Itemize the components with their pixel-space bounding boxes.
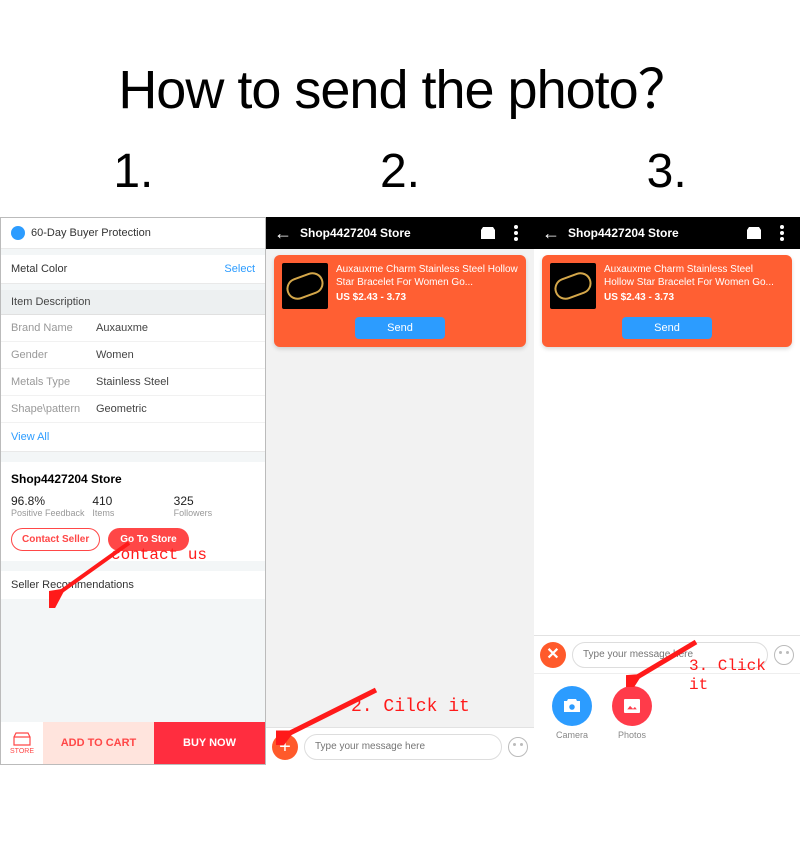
question-mark: ？ — [638, 60, 682, 120]
chat-appbar: ← Shop4427204 Store — [534, 217, 800, 249]
send-product-button[interactable]: Send — [355, 317, 445, 339]
step-1: 1. — [0, 144, 267, 199]
metal-color-row[interactable]: Metal Color Select — [1, 255, 265, 284]
step-numbers: 1. 2. 3. — [0, 144, 800, 199]
buyer-protection-row[interactable]: 60-Day Buyer Protection — [1, 218, 265, 249]
spec-row: Shape\patternGeometric — [1, 396, 265, 423]
page-title: How to send the photo？ — [0, 45, 800, 124]
store-name[interactable]: Shop4427204 Store — [11, 472, 255, 486]
photos-option[interactable]: Photos — [612, 686, 652, 740]
chat-screen-step3: ← Shop4427204 Store Auxauxme Charm Stain… — [534, 217, 800, 765]
storefront-icon[interactable] — [744, 223, 764, 243]
photos-icon — [612, 686, 652, 726]
more-icon[interactable] — [772, 223, 792, 243]
product-price: US $2.43 - 3.73 — [604, 291, 784, 304]
product-thumbnail[interactable] — [282, 263, 328, 309]
annotation-click-photos: 3. Click it — [689, 657, 789, 695]
emoji-icon[interactable] — [508, 737, 528, 757]
chat-input-bar: + — [266, 727, 534, 765]
add-to-cart-button[interactable]: ADD TO CART — [43, 722, 154, 764]
store-tab[interactable]: STORE — [1, 722, 43, 764]
store-icon — [13, 732, 31, 746]
chat-title: Shop4427204 Store — [568, 226, 736, 240]
more-icon[interactable] — [506, 223, 526, 243]
chat-appbar: ← Shop4427204 Store — [266, 217, 534, 249]
step-2: 2. — [267, 144, 534, 199]
item-description-header: Item Description — [1, 290, 265, 315]
close-attach-button[interactable]: ✕ — [540, 642, 566, 668]
back-icon[interactable]: ← — [274, 223, 292, 244]
step-3: 3. — [533, 144, 800, 199]
title-text: How to send the photo — [118, 60, 637, 120]
chat-screen-step2: ← Shop4427204 Store Auxauxme Charm Stain… — [266, 217, 534, 765]
shield-icon — [11, 226, 25, 240]
message-input[interactable] — [304, 734, 502, 760]
contact-seller-button[interactable]: Contact Seller — [11, 528, 100, 551]
buy-now-button[interactable]: BUY NOW — [154, 722, 265, 764]
select-link[interactable]: Select — [224, 263, 255, 275]
product-price: US $2.43 - 3.73 — [336, 291, 518, 304]
spec-row: GenderWomen — [1, 342, 265, 369]
storefront-icon[interactable] — [478, 223, 498, 243]
spec-row: Metals TypeStainless Steel — [1, 369, 265, 396]
product-title: Auxauxme Charm Stainless Steel Hollow St… — [604, 263, 784, 289]
bottom-bar: STORE ADD TO CART BUY NOW — [1, 722, 265, 764]
buyer-protection-text: 60-Day Buyer Protection — [31, 227, 151, 239]
product-page-screenshot: 60-Day Buyer Protection Metal Color Sele… — [0, 217, 266, 765]
plus-button[interactable]: + — [272, 734, 298, 760]
camera-icon — [552, 686, 592, 726]
product-card: Auxauxme Charm Stainless Steel Hollow St… — [274, 255, 526, 347]
product-title: Auxauxme Charm Stainless Steel Hollow St… — [336, 263, 518, 289]
camera-label: Camera — [552, 730, 592, 740]
photos-label: Photos — [612, 730, 652, 740]
spec-row: Brand NameAuxauxme — [1, 315, 265, 342]
product-card: Auxauxme Charm Stainless Steel Hollow St… — [542, 255, 792, 347]
view-all-link[interactable]: View All — [1, 423, 265, 452]
annotation-click-plus: 2. Cilck it — [351, 697, 470, 719]
product-thumbnail[interactable] — [550, 263, 596, 309]
send-product-button[interactable]: Send — [622, 317, 712, 339]
chat-title: Shop4427204 Store — [300, 226, 470, 240]
seller-recommendations-header: Seller Recommendations — [1, 561, 265, 599]
annotation-contact-us: contact us — [111, 546, 207, 565]
metal-color-label: Metal Color — [11, 263, 67, 275]
back-icon[interactable]: ← — [542, 223, 560, 244]
camera-option[interactable]: Camera — [552, 686, 592, 740]
